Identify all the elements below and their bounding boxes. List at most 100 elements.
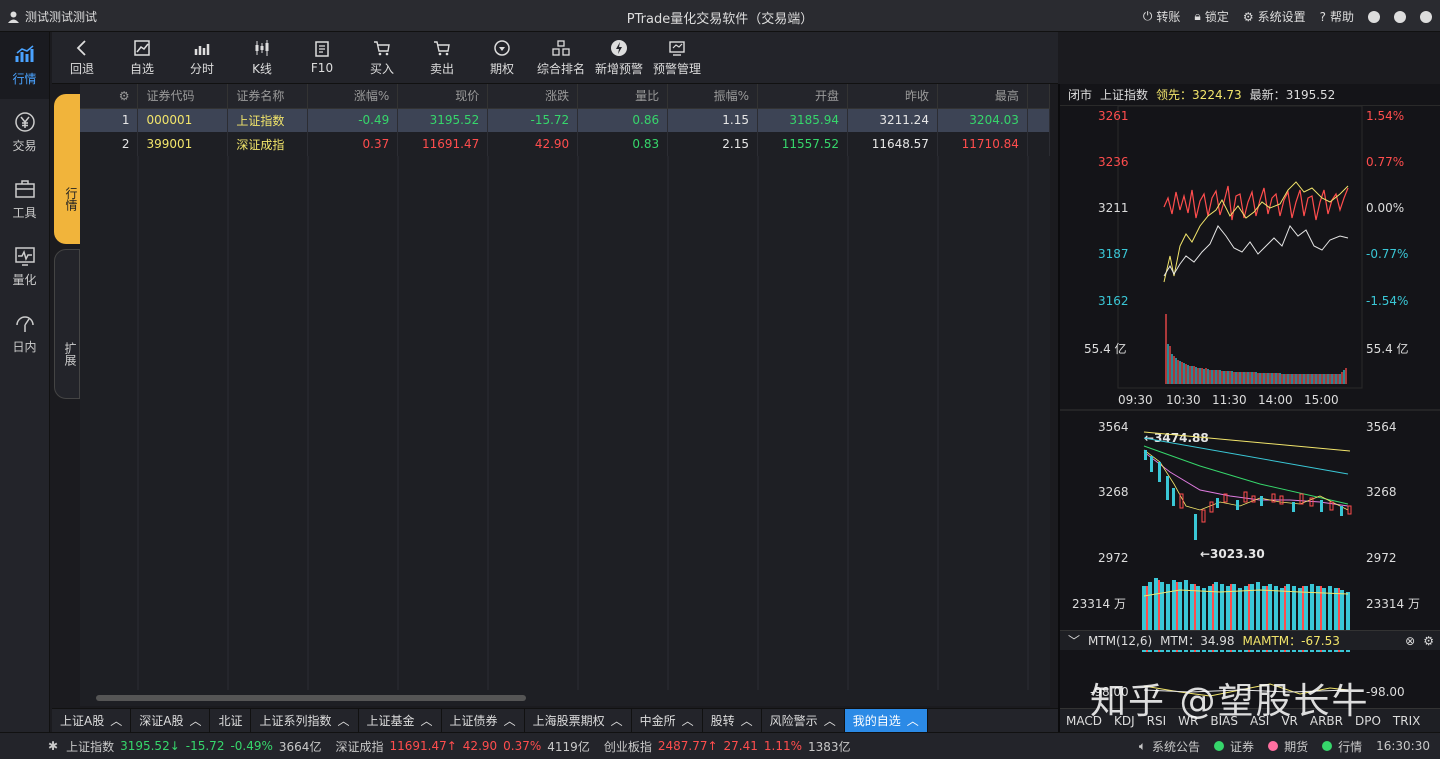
column-header[interactable]: 开盘: [757, 84, 848, 109]
column-header[interactable]: 昨收: [847, 84, 938, 109]
k-low-annotation: ←3023.30: [1200, 547, 1265, 561]
tab-risk[interactable]: 风险警示 ︿: [762, 709, 845, 732]
tab-sh-bond[interactable]: 上证债券 ︿: [442, 709, 525, 732]
chart-panel: 闭市 上证指数 领先： 3224.73 最新： 3195.52 3261 3236 …: [1058, 84, 1440, 732]
tab-neeq[interactable]: 股转 ︿: [703, 709, 762, 732]
mamtm-value: -67.53: [1301, 633, 1340, 648]
conn-futures[interactable]: 期货: [1268, 738, 1308, 755]
alert-manage-button[interactable]: 预警管理: [648, 32, 706, 83]
intraday-right-label: 0.77%: [1366, 155, 1404, 169]
column-header[interactable]: 现价: [397, 84, 489, 109]
gear-icon[interactable]: ⚙: [1423, 634, 1434, 648]
kline-button[interactable]: K线: [232, 32, 292, 83]
pin-icon[interactable]: ✱: [48, 739, 58, 753]
transfer-button[interactable]: ⏻ 转账: [1143, 8, 1181, 25]
ticker-cy[interactable]: 创业板指 2487.77 ↑ 27.41 1.11% 1383亿: [604, 738, 851, 755]
alert-manage-icon: [669, 40, 685, 56]
scroll-thumb[interactable]: [96, 695, 526, 701]
k-right-label: 3564: [1366, 420, 1397, 434]
gear-icon[interactable]: ⚙: [119, 89, 130, 103]
f10-button[interactable]: F10: [292, 32, 352, 83]
tab-sh-a[interactable]: 上证A股 ︿: [52, 709, 132, 732]
tab-bj[interactable]: 北证: [210, 709, 252, 732]
tab-watchlist[interactable]: 我的自选 ︿: [844, 709, 928, 732]
column-header[interactable]: 量比: [577, 84, 669, 109]
kline-plot: [1142, 431, 1352, 652]
nav-item-quote[interactable]: 行情: [0, 32, 49, 99]
market-status: 闭市: [1068, 88, 1093, 102]
table-row[interactable]: 2 399001 深证成指 0.37 11691.47 42.90 0.83 2…: [80, 132, 1051, 156]
column-header[interactable]: 最高: [937, 84, 1028, 109]
lock-icon: 🔒︎: [1194, 9, 1201, 23]
column-header[interactable]: 涨跌: [487, 84, 579, 109]
intraday-right-label: 1.54%: [1366, 109, 1404, 123]
quote-grid: ⚙ 证券代码 证券名称 涨幅% 现价 涨跌 量比 振幅% 开盘 昨收 最高 1 …: [80, 84, 1051, 690]
column-header[interactable]: 涨幅%: [307, 84, 399, 109]
back-button[interactable]: 回退: [52, 32, 112, 83]
new-alert-button[interactable]: 新增预警: [590, 32, 648, 83]
last-price: 3195.52: [397, 108, 489, 132]
time-label: 10:30: [1166, 393, 1201, 407]
table-header-row: ⚙ 证券代码 证券名称 涨幅% 现价 涨跌 量比 振幅% 开盘 昨收 最高: [80, 84, 1051, 109]
notice-button[interactable]: 🔈︎ 系统公告: [1139, 738, 1200, 755]
k-vol-label-right: 23314 万: [1366, 597, 1420, 611]
side-tab-extend[interactable]: 扩展: [54, 249, 80, 399]
status-bar: ✱ 上证指数 3195.52 ↓ -15.72 -0.49% 3664亿 深证成指…: [0, 732, 1440, 759]
help-button[interactable]: ? 帮助: [1320, 8, 1354, 25]
conn-securities[interactable]: 证券: [1214, 738, 1254, 755]
column-header[interactable]: 振幅%: [667, 84, 759, 109]
close-icon[interactable]: [1420, 10, 1432, 23]
sell-button[interactable]: 卖出: [412, 32, 472, 83]
volume-ratio: 0.83: [577, 132, 669, 156]
nav-item-intraday[interactable]: 日内: [0, 300, 49, 367]
close-icon[interactable]: ⊗: [1405, 634, 1415, 648]
tab-sh-option[interactable]: 上海股票期权 ︿: [525, 709, 632, 732]
ticker-sh[interactable]: 上证指数 3195.52 ↓ -15.72 -0.49% 3664亿: [66, 738, 321, 755]
help-icon: ?: [1319, 9, 1326, 24]
horizontal-scrollbar[interactable]: [80, 690, 1050, 706]
settings-button[interactable]: ⚙ 系统设置: [1243, 8, 1306, 25]
high-price: 11710.84: [937, 132, 1028, 156]
column-header[interactable]: 证券名称: [227, 84, 309, 109]
row-end: [1027, 108, 1051, 132]
gear-icon: ⚙: [1242, 9, 1254, 24]
arrow-up-icon: ↑: [707, 739, 718, 753]
ranking-button[interactable]: 综合排名: [532, 32, 590, 83]
conn-quote[interactable]: 行情: [1322, 738, 1362, 755]
watchlist-button[interactable]: 自选: [112, 32, 172, 83]
buy-button[interactable]: 买入: [352, 32, 412, 83]
tab-sz-a[interactable]: 深证A股 ︿: [131, 709, 211, 732]
last-price: 11691.47: [397, 132, 489, 156]
tab-sh-index[interactable]: 上证系列指数 ︿: [251, 709, 359, 732]
back-arrow-icon: [76, 39, 86, 56]
nav-item-tools[interactable]: 工具: [0, 166, 49, 233]
lead-value: 3224.73: [1192, 87, 1242, 102]
side-tab-quote[interactable]: 行情: [54, 94, 80, 244]
lock-button[interactable]: 🔒︎ 锁定: [1194, 8, 1228, 25]
restore-icon[interactable]: [1394, 10, 1406, 23]
column-settings[interactable]: ⚙: [80, 84, 139, 109]
ticker-sz[interactable]: 深证成指 11691.47 ↑ 42.90 0.37% 4119亿: [335, 738, 589, 755]
nav-item-quant[interactable]: 量化: [0, 233, 49, 300]
collapse-icon[interactable]: ﹀: [1068, 632, 1080, 649]
mtm-label: MTM：: [1160, 634, 1201, 648]
tab-cffex[interactable]: 中金所 ︿: [632, 709, 703, 732]
document-icon: [315, 41, 329, 57]
user-name: 测试测试测试: [25, 10, 98, 24]
nav-item-trade[interactable]: 交易: [0, 99, 49, 166]
indicator-tab[interactable]: TRIX: [1387, 714, 1426, 728]
change-percent: -0.49: [307, 108, 399, 132]
user-account[interactable]: 测试测试测试: [8, 8, 97, 25]
intraday-left-label: 3211: [1098, 201, 1129, 215]
user-icon: [8, 11, 19, 23]
tab-sh-fund[interactable]: 上证基金 ︿: [359, 709, 442, 732]
column-header[interactable]: 证券代码: [137, 84, 229, 109]
intraday-bars: [1163, 185, 1349, 221]
column-header-end: [1027, 84, 1051, 109]
options-button[interactable]: 期权: [472, 32, 532, 83]
chevron-up-icon: ︿: [823, 714, 836, 728]
mamtm-label: MAMTM：: [1242, 634, 1302, 648]
timeshare-button[interactable]: 分时: [172, 32, 232, 83]
minimize-icon[interactable]: [1368, 10, 1380, 23]
table-row[interactable]: 1 000001 上证指数 -0.49 3195.52 -15.72 0.86 …: [80, 108, 1051, 132]
